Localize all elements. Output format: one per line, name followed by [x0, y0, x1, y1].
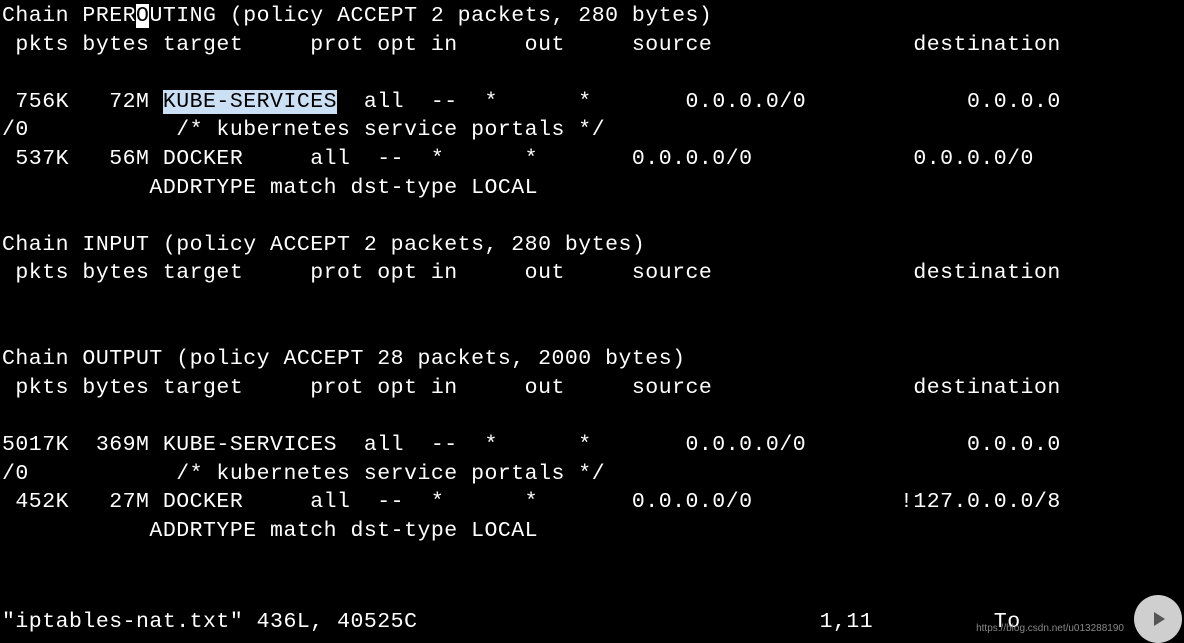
chain-header-output: Chain OUTPUT (policy ACCEPT 28 packets, … — [2, 345, 1184, 374]
table-row: /0 /* kubernetes service portals */ — [2, 116, 1184, 145]
column-headers: pkts bytes target prot opt in out source… — [2, 374, 1184, 403]
blank-line — [2, 317, 1184, 346]
table-row: 537K 56M DOCKER all -- * * 0.0.0.0/0 0.0… — [2, 145, 1184, 174]
play-icon — [1146, 607, 1170, 631]
highlighted-target: KUBE-SERVICES — [163, 90, 337, 114]
table-row: ADDRTYPE match dst-type LOCAL — [2, 517, 1184, 546]
blank-line — [2, 402, 1184, 431]
column-headers: pkts bytes target prot opt in out source… — [2, 31, 1184, 60]
cursor: O — [136, 4, 149, 28]
table-row: ADDRTYPE match dst-type LOCAL — [2, 174, 1184, 203]
play-button[interactable] — [1134, 595, 1182, 643]
blank-line — [2, 202, 1184, 231]
table-row: 5017K 369M KUBE-SERVICES all -- * * 0.0.… — [2, 431, 1184, 460]
terminal-window[interactable]: Chain PREROUTING (policy ACCEPT 2 packet… — [0, 0, 1184, 643]
chain-header-input: Chain INPUT (policy ACCEPT 2 packets, 28… — [2, 231, 1184, 260]
column-headers: pkts bytes target prot opt in out source… — [2, 259, 1184, 288]
chain-header-prerouting: Chain PREROUTING (policy ACCEPT 2 packet… — [2, 2, 1184, 31]
table-row: 756K 72M KUBE-SERVICES all -- * * 0.0.0.… — [2, 88, 1184, 117]
blank-line — [2, 288, 1184, 317]
table-row: 452K 27M DOCKER all -- * * 0.0.0.0/0 !12… — [2, 488, 1184, 517]
watermark-text: https://blog.csdn.net/u013288190 — [976, 622, 1124, 635]
blank-line — [2, 59, 1184, 88]
table-row: /0 /* kubernetes service portals */ — [2, 460, 1184, 489]
